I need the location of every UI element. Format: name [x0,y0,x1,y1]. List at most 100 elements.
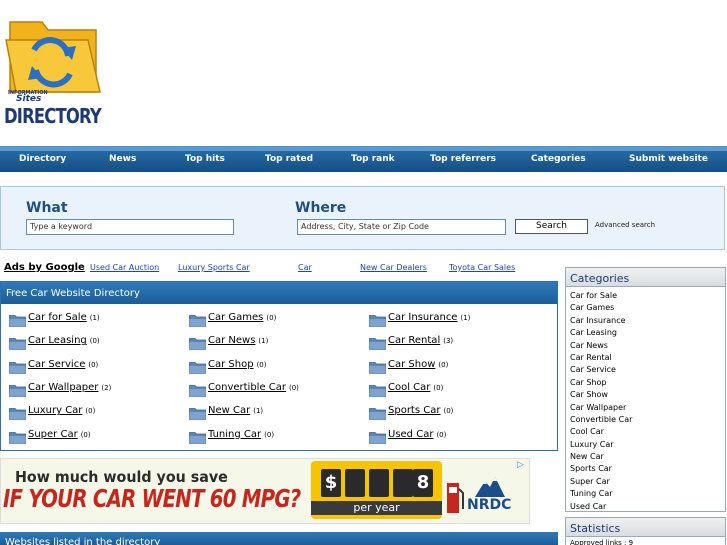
category-name: Car for Sale [28,312,87,323]
category-count: (0) [266,314,277,322]
folder-icon [369,315,386,327]
sidebar-category-item[interactable]: Car Show [566,389,725,401]
folder-icon [369,361,386,374]
where-label: Where [295,200,347,216]
folder-sync-icon [5,21,101,93]
category-link[interactable]: Cool Car (0) [388,382,443,393]
sidebar-category-item[interactable]: Tuning Car [566,488,725,500]
category-link[interactable]: Car Games (0) [208,312,276,323]
category-link[interactable]: New Car (1) [208,405,263,416]
category-link[interactable]: Luxury Car (0) [28,405,95,416]
sidebar-category-item[interactable]: Car Rental [566,352,725,364]
nav-top-referrers[interactable]: Top referrers [430,154,496,164]
sidebar-category-item[interactable]: Car Shop [566,377,725,389]
ad-link[interactable]: New Car Dealers [360,263,427,272]
location-input[interactable]: Address, City, State or Zip Code [297,219,506,235]
category-name: Car News [208,335,256,347]
category-link[interactable]: Car Insurance (1) [388,312,470,323]
search-button[interactable]: Search [515,219,588,234]
folder-icon [189,315,206,327]
category-name: Car Rental [388,335,441,347]
category-count: (1) [460,314,471,322]
ad-link[interactable]: Used Car Auction [90,263,159,272]
ad-link[interactable]: Luxury Sports Car [178,263,250,272]
sidebar-category-item[interactable]: Super Car [566,476,725,488]
category-link[interactable]: Car for Sale (1) [28,312,100,323]
category-name: Car Leasing [28,335,87,347]
category-count: (0) [438,360,449,369]
ads-by-google-label[interactable]: Ads by Google [4,262,85,273]
folder-icon [189,408,206,421]
category-name: Car Shop [208,358,254,370]
site-logo[interactable]: INFORMATION Sites DIRECTORY [4,16,108,130]
nav-top-rated[interactable]: Top rated [265,154,313,164]
directory-title: Free Car Website Directory [1,282,557,304]
sidebar-statistics-title: Statistics [566,518,725,537]
gauge-digit-blank [345,469,365,497]
sidebar-category-item[interactable]: Luxury Car [566,439,725,451]
folder-icon [189,431,206,444]
mountain-icon [475,477,505,497]
listed-websites-title: Websites listed in the directory [0,532,558,545]
nav-submit-website[interactable]: Submit website [629,154,708,164]
sidebar-categories: Categories Car for Sale Car Games Car Insu… [565,267,726,512]
category-count: (0) [88,360,99,369]
category-link[interactable]: Car Service (0) [28,359,98,370]
category-count: (0) [443,407,454,416]
category-count: (0) [436,430,447,439]
category-count: (0) [289,383,299,392]
stats-approved-links: Approved links : 9 [570,539,634,545]
sidebar-category-item[interactable]: Car Leasing [566,327,725,339]
category-link[interactable]: Convertible Car (0) [208,382,299,393]
category-link[interactable]: Car Rental (3) [388,335,453,346]
category-link[interactable]: Super Car (0) [28,429,91,440]
nav-categories[interactable]: Categories [531,154,586,164]
category-link[interactable]: Tuning Car (0) [208,429,274,440]
sidebar-category-list: Car for Sale Car Games Car Insurance Car Le… [566,287,725,513]
sidebar-category-item[interactable]: Car Wallpaper [566,402,725,414]
category-link[interactable]: Sports Car (0) [388,405,453,416]
category-link[interactable]: Car Leasing (0) [28,335,100,346]
category-name: Cool Car [388,381,431,393]
category-name: New Car [208,405,251,417]
sidebar-category-item[interactable]: Sports Car [566,463,725,475]
keyword-input[interactable]: Type a keyword [26,219,234,235]
main-nav: Directory News Top hits Top rated Top ra… [0,146,727,172]
nav-top-rank[interactable]: Top rank [351,154,395,164]
category-count: (0) [89,337,100,346]
category-name: Car Show [388,358,436,370]
folder-icon [189,384,206,397]
folder-icon [9,408,26,421]
ad-link[interactable]: Toyota Car Sales [449,263,515,272]
category-name: Super Car [28,428,78,440]
advanced-search-link[interactable]: Advanced search [595,221,655,229]
nav-news[interactable]: News [109,154,136,164]
sidebar-category-item[interactable]: Convertible Car [566,414,725,426]
nav-directory[interactable]: Directory [19,154,66,164]
sidebar-category-item[interactable]: Car News [566,340,725,352]
sidebar-category-item[interactable]: Car for Sale [566,290,725,302]
sidebar-category-item[interactable]: Cool Car [566,426,725,438]
adchoices-icon[interactable]: ▷ [517,460,524,470]
category-count: (1) [89,314,100,322]
gauge-dollar: $ [321,469,341,497]
banner-ad[interactable]: How much would you save IF YOUR CAR WENT… [0,458,530,524]
sidebar-category-item[interactable]: Car Service [566,364,725,376]
ad-link[interactable]: Car [298,263,312,272]
category-link[interactable]: Car Wallpaper (2) [28,382,111,393]
category-link[interactable]: Car News (1) [208,335,268,346]
category-name: Car Games [208,312,264,323]
nav-top-hits[interactable]: Top hits [185,154,225,164]
category-name: Car Service [28,358,86,370]
category-link[interactable]: Used Car (0) [388,429,446,440]
sidebar-category-item[interactable]: Car Insurance [566,315,725,327]
category-link[interactable]: Car Show (0) [388,359,448,370]
sidebar-category-item[interactable]: Car Games [566,302,725,314]
category-count: (0) [264,430,275,439]
category-link[interactable]: Car Shop (0) [208,359,266,370]
category-name: Tuning Car [208,428,262,440]
sidebar-category-item[interactable]: New Car [566,451,725,463]
category-count: (0) [80,430,91,439]
banner-subheadline: IF YOUR CAR WENT 60 MPG? [3,484,301,513]
sidebar-category-item[interactable]: Used Car [566,501,725,513]
